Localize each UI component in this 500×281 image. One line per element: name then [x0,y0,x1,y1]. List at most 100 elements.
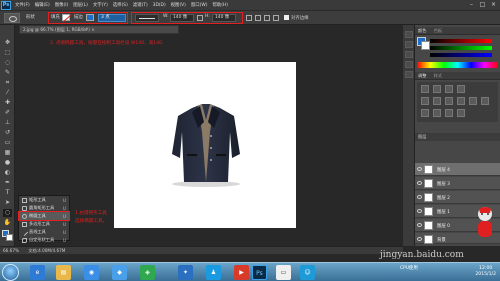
tab-styles[interactable]: 样式 [434,73,442,78]
dodge-tool-icon[interactable]: ◐ [3,169,12,177]
info-panel-icon[interactable] [405,51,413,58]
paragraph-panel-icon[interactable] [405,71,413,78]
fill-swatch[interactable] [62,14,72,23]
move-tool-icon[interactable]: ✥ [3,39,12,47]
tab-swatches[interactable]: 色板 [434,28,442,33]
menu-help[interactable]: 帮助(H) [212,1,228,10]
path-alignment-icon[interactable] [255,15,261,21]
width-field[interactable]: 140 像 [170,14,194,22]
ie-icon[interactable]: e [30,265,45,280]
brush-tool-icon[interactable]: ✐ [3,109,12,117]
crop-tool-icon[interactable]: ⌗ [3,79,12,87]
path-operations-icon[interactable] [246,15,252,21]
path-arrangement-icon[interactable] [264,15,270,21]
gear-icon[interactable] [273,15,279,21]
eye-icon[interactable] [417,195,422,199]
pen-tool-icon[interactable]: ✒ [3,179,12,187]
stroke-swatch[interactable] [86,14,94,21]
curves-adjust-icon[interactable] [445,85,453,93]
layer-row[interactable]: 图层 2 [415,191,500,204]
close-button[interactable]: × [489,1,498,9]
quick-select-tool-icon[interactable]: ✎ [3,69,12,77]
tab-adjustments[interactable]: 调整 [418,73,426,78]
photo-filter-adjust-icon[interactable] [469,97,477,105]
channel-mixer-adjust-icon[interactable] [481,97,489,105]
flyout-rounded-rectangle-tool[interactable]: 圆角矩形工具 U [19,204,69,212]
brightness-adjust-icon[interactable] [421,85,429,93]
path-selection-tool-icon[interactable]: ➤ [3,199,12,207]
history-brush-tool-icon[interactable]: ↺ [3,129,12,137]
flyout-line-tool[interactable]: 直线工具 U [19,228,69,236]
clone-stamp-tool-icon[interactable]: ⊥ [3,119,12,127]
qq-browser-icon[interactable]: ◉ [84,265,99,280]
green-slider[interactable] [430,46,492,50]
marquee-tool-icon[interactable]: ⬚ [3,49,12,57]
eye-icon[interactable] [417,167,422,171]
explorer-icon[interactable]: ▤ [56,265,71,280]
flyout-custom-shape-tool[interactable]: 自定形状工具 U [19,236,69,244]
hand-tool-icon[interactable]: ✋ [3,219,12,227]
zoom-level[interactable]: 66.67% [3,248,19,253]
document-tab[interactable]: 2.jpg @ 66.7% (图层 1, RGB/8#) × [19,25,179,34]
app-icon[interactable]: ◆ [112,265,127,280]
blur-tool-icon[interactable]: ● [3,159,12,167]
layer-row[interactable]: 图层 3 [415,177,500,190]
360-icon[interactable]: ◈ [140,265,155,280]
color-balance-adjust-icon[interactable] [445,97,453,105]
menu-type[interactable]: 文字(Y) [93,1,108,10]
eye-icon[interactable] [417,181,422,185]
height-field[interactable]: 140 像 [212,14,236,22]
gradient-tool-icon[interactable]: ▦ [3,149,12,157]
menu-edit[interactable]: 编辑(E) [35,1,50,10]
flyout-rectangle-tool[interactable]: 矩形工具 U [19,196,69,204]
maximize-button[interactable]: □ [478,1,487,9]
photoshop-taskbar-icon[interactable]: Ps [252,265,267,280]
eye-icon[interactable] [417,209,422,213]
qq-icon[interactable]: ♟ [206,265,221,280]
menu-image[interactable]: 图像(I) [55,1,69,10]
lasso-tool-icon[interactable]: ◌ [3,59,12,67]
menu-view[interactable]: 视图(V) [171,1,186,10]
tool-preset-picker[interactable] [4,13,20,23]
menu-window[interactable]: 窗口(W) [191,1,208,10]
thunder-icon[interactable]: ✦ [178,265,193,280]
menu-layer[interactable]: 图层(L) [73,1,88,10]
vibrance-adjust-icon[interactable] [421,97,429,105]
flyout-polygon-tool[interactable]: 多边形工具 U [19,220,69,228]
color-panel-background[interactable] [421,41,430,50]
media-icon[interactable]: ▶ [234,265,249,280]
eyedropper-tool-icon[interactable]: ⁄ [3,89,12,97]
history-panel-icon[interactable] [405,31,413,38]
menu-filter[interactable]: 滤镜(T) [133,1,148,10]
document-canvas[interactable] [114,62,296,228]
menu-file[interactable]: 文件(F) [15,1,30,10]
invert-adjust-icon[interactable] [421,109,429,117]
chat-icon[interactable]: ☺ [300,265,315,280]
tab-color[interactable]: 颜色 [418,28,426,33]
menu-3d[interactable]: 3D(D) [153,1,166,10]
black-white-adjust-icon[interactable] [457,97,465,105]
document-icon[interactable]: ▭ [276,265,291,280]
background-color-swatch[interactable] [6,234,13,241]
hue-saturation-adjust-icon[interactable] [433,97,441,105]
stroke-type-select[interactable] [135,14,159,22]
character-panel-icon[interactable] [405,61,413,68]
type-tool-icon[interactable]: T [3,189,12,197]
shape-tool-icon[interactable]: ○ [3,209,12,217]
threshold-adjust-icon[interactable] [445,109,453,117]
eye-icon[interactable] [417,237,422,241]
eraser-tool-icon[interactable]: ▭ [3,139,12,147]
eye-icon[interactable] [417,223,422,227]
gradient-map-adjust-icon[interactable] [457,109,465,117]
minimize-button[interactable]: – [467,1,476,9]
properties-panel-icon[interactable] [405,41,413,48]
flyout-ellipse-tool[interactable]: 椭圆工具 U [18,211,70,221]
posterize-adjust-icon[interactable] [433,109,441,117]
menu-select[interactable]: 选择(S) [113,1,128,10]
system-clock[interactable]: 12:00 2015/1/2 [475,266,496,278]
start-button[interactable] [2,264,19,281]
blue-slider[interactable] [430,53,492,57]
layers-panel-header[interactable]: 图层 [415,133,500,141]
layer-row[interactable]: 图层 4 [415,163,500,176]
align-edges-checkbox[interactable] [284,15,289,20]
